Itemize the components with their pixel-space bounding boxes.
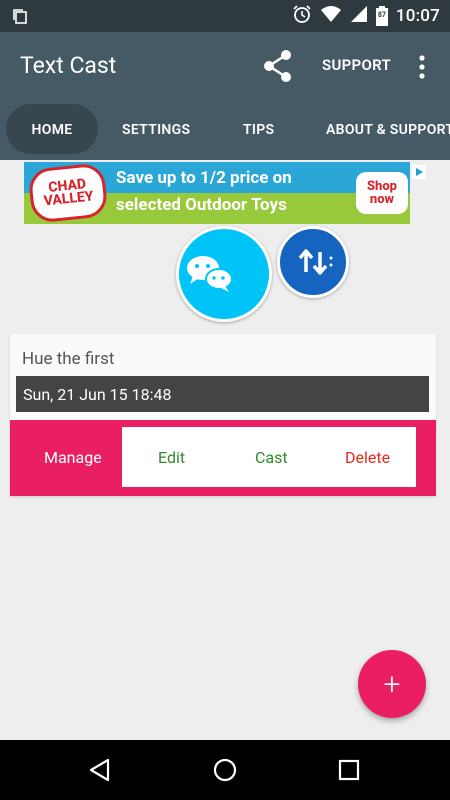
signal-icon: [350, 5, 368, 27]
battery-icon: 87: [375, 6, 388, 26]
status-bar: 87 10:07: [0, 0, 450, 32]
ad-brand: CHAD VALLEY: [42, 176, 95, 210]
ad-banner[interactable]: CHAD VALLEY Save up to 1/2 price on sele…: [24, 162, 426, 224]
tab-bar: HOME SETTINGS TIPS ABOUT & SUPPORT: [0, 100, 450, 160]
wechat-share-button[interactable]: [176, 226, 272, 322]
back-button[interactable]: [85, 755, 115, 785]
chat-bubbles-icon: [187, 256, 233, 292]
alarm-icon: [292, 4, 312, 28]
tab-home-label: HOME: [31, 122, 73, 138]
swap-button[interactable]: [277, 226, 349, 298]
copy-icon: [12, 8, 28, 24]
system-nav-bar: [0, 740, 450, 800]
swap-vert-icon: [298, 249, 333, 275]
tab-tips[interactable]: TIPS: [243, 100, 274, 160]
home-button[interactable]: [210, 755, 240, 785]
card-actions-bar: Manage Edit Cast Delete: [10, 420, 436, 496]
manage-label: Manage: [44, 448, 102, 467]
tab-about-label: ABOUT & SUPPORT: [326, 122, 450, 138]
ad-headline: Save up to 1/2 price on: [116, 168, 292, 188]
ad-shop-now-button[interactable]: Shop now: [356, 172, 408, 214]
battery-level: 87: [377, 11, 386, 19]
tab-home[interactable]: HOME: [6, 100, 98, 160]
card-title: Hue the first: [22, 349, 115, 369]
status-time: 10:07: [395, 6, 440, 26]
ad-brand-logo: CHAD VALLEY: [27, 162, 109, 224]
share-button[interactable]: [260, 48, 296, 84]
app-bar: Text Cast SUPPORT HOME SETTINGS TIPS ABO…: [0, 32, 450, 160]
more-vert-icon: [419, 55, 425, 79]
edit-button[interactable]: Edit: [158, 448, 185, 467]
cast-button[interactable]: Cast: [255, 448, 288, 467]
ad-choices-icon[interactable]: [412, 164, 426, 179]
add-icon: +: [383, 666, 401, 702]
app-title: Text Cast: [20, 52, 117, 79]
add-fab-button[interactable]: +: [358, 650, 426, 718]
tab-about-support[interactable]: ABOUT & SUPPORT: [326, 100, 450, 160]
share-icon: [264, 50, 291, 82]
back-icon: [89, 758, 110, 782]
tab-tips-label: TIPS: [243, 122, 275, 138]
wifi-icon: [320, 5, 342, 27]
tab-settings[interactable]: SETTINGS: [122, 100, 190, 160]
tab-settings-label: SETTINGS: [122, 122, 191, 138]
action-panel: Edit Cast Delete: [122, 427, 416, 487]
support-button[interactable]: SUPPORT: [322, 56, 391, 74]
delete-button[interactable]: Delete: [345, 448, 390, 467]
recents-icon: [338, 759, 360, 781]
recents-button[interactable]: [334, 755, 364, 785]
home-icon: [213, 758, 237, 782]
text-card: Hue the first Sun, 21 Jun 15 18:48 Manag…: [10, 334, 436, 496]
card-date: Sun, 21 Jun 15 18:48: [16, 376, 429, 412]
ad-subline: selected Outdoor Toys: [116, 195, 287, 215]
overflow-menu-button[interactable]: [412, 50, 432, 84]
